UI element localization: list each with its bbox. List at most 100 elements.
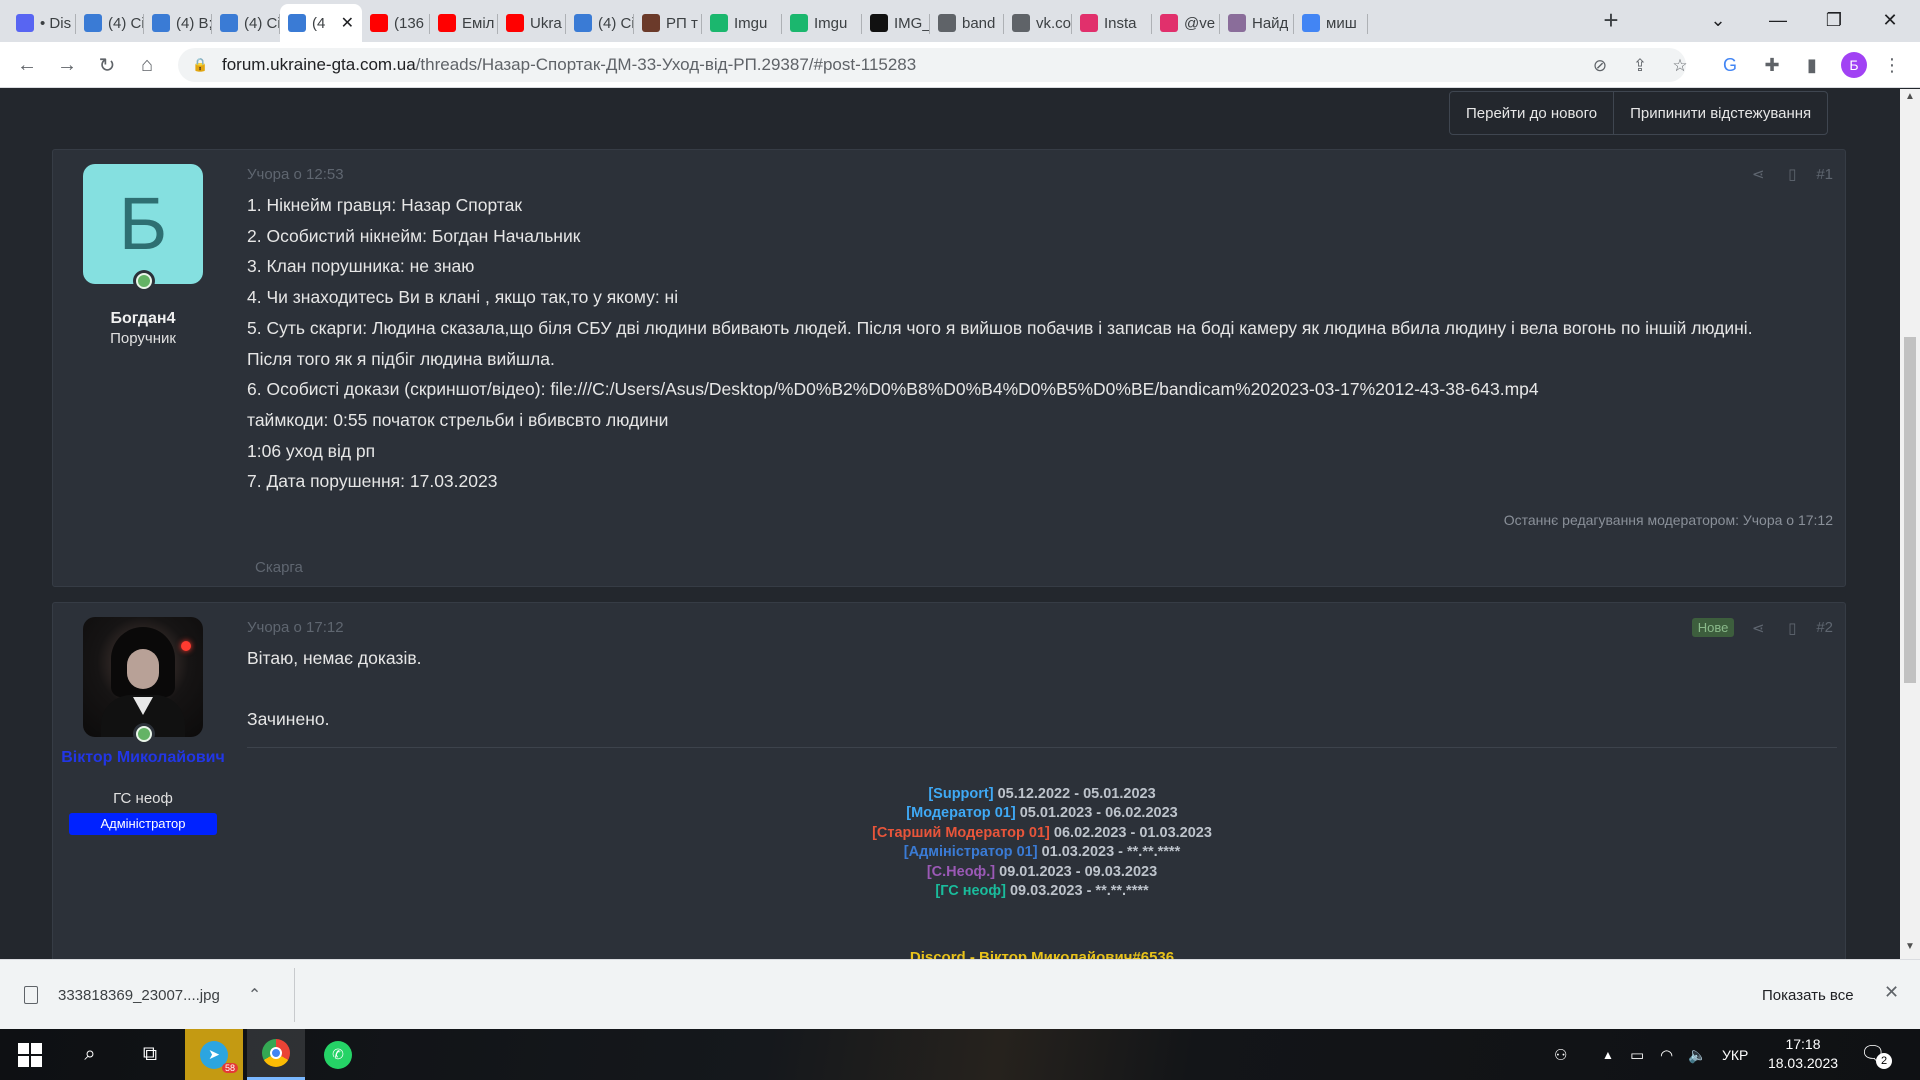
signature-role: [Старший Модератор 01] xyxy=(872,824,1050,841)
chrome-icon xyxy=(262,1039,290,1067)
restore-button[interactable]: ❐ xyxy=(1806,0,1862,40)
browser-tab[interactable]: Еміл xyxy=(430,4,498,42)
tab-title: (4) Ci xyxy=(244,14,280,32)
eye-off-icon[interactable]: ⊘ xyxy=(1590,56,1610,76)
download-bar: 333818369_23007....jpg ⌃ Показать все ✕ xyxy=(0,959,1920,1029)
tray-overflow-icon[interactable]: ▲ xyxy=(1602,1029,1614,1080)
page-scrollbar[interactable]: ▲ ▼ xyxy=(1900,89,1920,959)
browser-tab[interactable]: (4) Ci xyxy=(566,4,634,42)
browser-tab[interactable]: • Dis xyxy=(8,4,76,42)
download-filename[interactable]: 333818369_23007....jpg xyxy=(58,987,220,1004)
browser-tab[interactable]: миш xyxy=(1294,4,1368,42)
browser-tab[interactable]: Ukra xyxy=(498,4,566,42)
user-badge: Адміністратор xyxy=(69,813,217,835)
address-bar[interactable]: 🔒 forum.ukraine-gta.com.ua/threads/Назар… xyxy=(178,48,1688,82)
bookmark-icon[interactable]: ▯ xyxy=(1782,165,1802,183)
telegram-app-button[interactable]: ➤ 58 xyxy=(185,1029,243,1080)
close-icon[interactable]: ✕ xyxy=(1884,982,1899,1003)
report-link[interactable]: Скарга xyxy=(255,559,303,576)
notifications-icon[interactable]: 🗨 2 xyxy=(1860,1041,1892,1069)
post-date[interactable]: Учора о 17:12 xyxy=(247,619,344,636)
lock-icon[interactable]: 🔒 xyxy=(192,57,208,73)
signature-role: [Адміністратор 01] xyxy=(903,844,1038,861)
browser-tab[interactable]: Insta xyxy=(1072,4,1152,42)
chevron-up-icon[interactable]: ⌃ xyxy=(248,985,261,1005)
username[interactable]: Віктор Миколайович xyxy=(53,747,233,768)
forward-icon[interactable]: → xyxy=(52,50,82,80)
post-date[interactable]: Учора о 12:53 xyxy=(247,166,344,183)
clock-time: 17:18 xyxy=(1785,1036,1821,1052)
clock[interactable]: 17:18 18.03.2023 xyxy=(1766,1035,1840,1073)
browser-tab[interactable]: (4) Ci xyxy=(212,4,280,42)
signature-dates: 01.03.2023 - **.**.**** xyxy=(1041,844,1181,861)
post-number[interactable]: #1 xyxy=(1816,166,1833,183)
extensions-puzzle-icon[interactable]: ✚ xyxy=(1760,53,1784,77)
browser-tab[interactable]: IMG_ xyxy=(862,4,930,42)
reload-icon[interactable]: ↻ xyxy=(92,50,122,80)
share-icon[interactable]: ⋖ xyxy=(1748,165,1768,183)
bookmark-star-icon[interactable]: ☆ xyxy=(1670,56,1690,76)
browser-tab[interactable]: band xyxy=(930,4,1004,42)
new-tab-button[interactable]: + xyxy=(1596,6,1626,36)
clock-date: 18.03.2023 xyxy=(1767,1055,1839,1071)
signature-role: [ГС неоф] xyxy=(935,883,1006,900)
close-tab-icon[interactable]: ✕ xyxy=(341,13,354,33)
close-window-button[interactable]: ✕ xyxy=(1862,0,1918,40)
browser-tab[interactable]: Imgu xyxy=(782,4,862,42)
search-icon[interactable]: ⌕ xyxy=(68,1029,112,1080)
battery-icon[interactable]: ▭ xyxy=(1630,1029,1644,1080)
scroll-down-icon[interactable]: ▼ xyxy=(1904,941,1916,955)
signature-line: [Старший Модератор 01] 06.02.2023 - 01.0… xyxy=(247,824,1837,843)
unwatch-button[interactable]: Припинити відстежування xyxy=(1613,92,1827,134)
post-line: Зачинено. xyxy=(247,709,330,730)
translate-extension-icon[interactable]: G xyxy=(1718,53,1742,77)
bookmark-icon[interactable]: ▯ xyxy=(1782,619,1802,637)
browser-tab[interactable]: vk.co xyxy=(1004,4,1072,42)
task-view-icon[interactable]: ⧉ xyxy=(128,1029,172,1080)
menu-kebab-icon[interactable]: ⋮ xyxy=(1880,53,1904,77)
chrome-app-button[interactable] xyxy=(247,1029,305,1080)
youtube-icon xyxy=(370,14,388,32)
game-icon xyxy=(642,14,660,32)
side-panel-icon[interactable]: ▮ xyxy=(1800,53,1824,77)
browser-tab[interactable]: Найд xyxy=(1220,4,1294,42)
wifi-icon[interactable]: ◠ xyxy=(1660,1029,1673,1080)
avatar[interactable]: Б xyxy=(83,164,203,284)
browser-tab[interactable]: (136 xyxy=(362,4,430,42)
url-text[interactable]: forum.ukraine-gta.com.ua/threads/Назар-С… xyxy=(222,55,916,75)
share-icon[interactable]: ⇪ xyxy=(1630,56,1650,76)
people-icon[interactable]: ⚇ xyxy=(1554,1029,1567,1080)
vk-icon xyxy=(1012,14,1030,32)
home-icon[interactable]: ⌂ xyxy=(132,50,162,80)
volume-icon[interactable]: 🔈 xyxy=(1688,1029,1707,1080)
browser-tab[interactable]: Imgu xyxy=(702,4,782,42)
whatsapp-app-button[interactable]: ✆ xyxy=(309,1029,367,1080)
v-icon xyxy=(870,14,888,32)
show-all-button[interactable]: Показать все xyxy=(1746,978,1870,1012)
profile-avatar[interactable]: Б xyxy=(1841,52,1867,78)
language-indicator[interactable]: УКР xyxy=(1722,1029,1748,1080)
tab-title: Insta xyxy=(1104,14,1137,32)
browser-tab[interactable]: @ve xyxy=(1152,4,1220,42)
download-item[interactable]: 333818369_23007....jpg ⌃ xyxy=(24,978,261,1012)
start-button[interactable] xyxy=(10,1029,50,1080)
ukraine-gta-icon xyxy=(574,14,592,32)
share-icon[interactable]: ⋖ xyxy=(1748,619,1768,637)
post-line: 1. Нікнейм гравця: Назар Спортак xyxy=(247,195,523,215)
back-icon[interactable]: ← xyxy=(12,50,42,80)
tab-search-icon[interactable]: ⌄ xyxy=(1690,0,1746,40)
browser-tab[interactable]: (4 ✕ xyxy=(280,4,362,42)
browser-tab[interactable]: РП т xyxy=(634,4,702,42)
username[interactable]: Богдан4 xyxy=(53,310,233,328)
signature-dates: 05.12.2022 - 05.01.2023 xyxy=(997,786,1156,802)
avatar[interactable] xyxy=(83,617,203,737)
go-to-new-button[interactable]: Перейти до нового xyxy=(1450,92,1613,134)
thread-actions: Перейти до нового Припинити відстежуванн… xyxy=(1449,91,1829,135)
browser-tab[interactable]: (4) В; xyxy=(144,4,212,42)
scrollbar-thumb[interactable] xyxy=(1904,337,1916,683)
minimize-button[interactable]: — xyxy=(1750,0,1806,40)
post-number[interactable]: #2 xyxy=(1816,619,1833,636)
post-link-line[interactable]: 6. Особисті докази (скриншот/відео): fil… xyxy=(247,374,1837,405)
browser-tab[interactable]: (4) Ci xyxy=(76,4,144,42)
scroll-up-icon[interactable]: ▲ xyxy=(1904,91,1916,105)
